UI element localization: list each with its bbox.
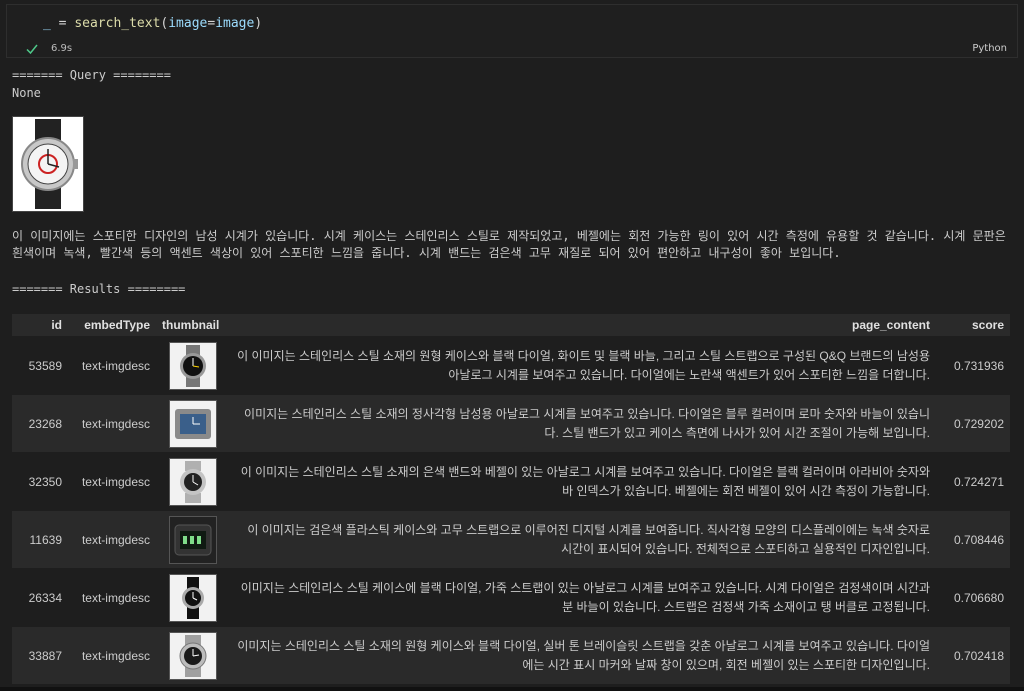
thumbnail-image: [169, 341, 217, 390]
cell-thumbnail: [156, 510, 230, 569]
cell-embedtype: text-imgdesc: [68, 336, 156, 395]
cell-id: 26334: [12, 568, 68, 627]
thumbnail-image: [169, 457, 217, 506]
query-watch-image: [12, 116, 84, 212]
language-label[interactable]: Python: [972, 43, 1007, 54]
query-header: ======= Query ========: [12, 68, 171, 82]
watch-image-icon: [21, 119, 78, 209]
thumbnail-image: [169, 631, 217, 680]
cell-page-content: 이 이미지는 스테인리스 스틸 소재의 원형 케이스와 블랙 다이얼, 화이트 …: [230, 336, 936, 395]
results-table: id embedType thumbnail page_content scor…: [12, 314, 1010, 684]
cell-embedtype: text-imgdesc: [68, 568, 156, 627]
cell-status-bar: 6.9s Python: [19, 43, 1009, 57]
thumbnail-image: [169, 573, 217, 622]
code-function: search_text: [74, 16, 161, 31]
table-row: 53589 text-imgdesc 이 이미지는 스테인리스 스틸 소재의 원…: [12, 336, 1010, 395]
cell-page-content: 이 이미지는 검은색 플라스틱 케이스와 고무 스트랩으로 이루어진 디지털 시…: [230, 510, 936, 569]
cell-embedtype: text-imgdesc: [68, 452, 156, 511]
code-arg-name: image: [168, 16, 208, 31]
table-row: 11639 text-imgdesc 이 이미지는 검은색 플라스틱 케이스와 …: [12, 510, 1010, 569]
round-watch-icon: [180, 344, 206, 387]
cell-score: 0.708446: [936, 510, 1010, 569]
col-header-id[interactable]: id: [12, 314, 68, 337]
cell-score: 0.724271: [936, 452, 1010, 511]
cell-score: 0.706680: [936, 568, 1010, 627]
thumbnail-image: [169, 515, 217, 564]
query-description: 이 이미지에는 스포티한 디자인의 남성 시계가 있습니다. 시계 케이스는 스…: [12, 229, 1006, 260]
cell-output: ======= Query ======== None: [12, 66, 1012, 102]
cell-page-content: 이미지는 스테인리스 스틸 소재의 정사각형 남성용 아날로그 시계를 보여주고…: [230, 394, 936, 453]
cell-id: 32350: [12, 452, 68, 511]
bracelet-watch-icon: [179, 634, 207, 677]
cell-embedtype: text-imgdesc: [68, 626, 156, 684]
code-paren-close: ): [254, 16, 263, 31]
query-value: None: [12, 86, 41, 100]
table-row: 33887 text-imgdesc 이미지는 스테인리스 스틸 소재의 원형 …: [12, 626, 1010, 684]
cell-id: 11639: [12, 510, 68, 569]
col-header-page-content[interactable]: page_content: [230, 314, 936, 337]
col-header-embedtype[interactable]: embedType: [68, 314, 156, 337]
cell-score: 0.729202: [936, 394, 1010, 453]
cell-thumbnail: [156, 394, 230, 453]
execution-time: 6.9s: [51, 43, 73, 54]
cell-id: 53589: [12, 336, 68, 395]
cell-page-content: 이미지는 스테인리스 스틸 케이스에 블랙 다이얼, 가죽 스트랩이 있는 아날…: [230, 568, 936, 627]
bottom-border: [0, 687, 1024, 691]
cell-page-content: 이미지는 스테인리스 스틸 소재의 원형 케이스와 블랙 다이얼, 실버 톤 브…: [230, 626, 936, 684]
col-header-thumbnail[interactable]: thumbnail: [156, 314, 230, 337]
code-equals: =: [50, 16, 75, 31]
cell-page-content: 이 이미지는 스테인리스 스틸 소재의 은색 밴드와 베젤이 있는 아날로그 시…: [230, 452, 936, 511]
results-header: ======= Results ========: [12, 282, 186, 296]
digital-watch-icon: [174, 524, 212, 555]
cell-thumbnail: [156, 452, 230, 511]
cell-score: 0.702418: [936, 626, 1010, 684]
table-row: 23268 text-imgdesc 이미지는 스테인리스 스틸 소재의 정사각…: [12, 394, 1010, 453]
code-underscore: _: [43, 16, 51, 31]
cell-thumbnail: [156, 626, 230, 684]
code-cell[interactable]: _ = search_text(image=image) 6.9s Python: [6, 4, 1018, 58]
check-icon: [26, 44, 38, 55]
cell-thumbnail: [156, 568, 230, 627]
table-header-row: id embedType thumbnail page_content scor…: [12, 314, 1010, 337]
round-watch-icon: [180, 460, 206, 503]
leather-strap-watch-icon: [182, 576, 204, 619]
cell-embedtype: text-imgdesc: [68, 510, 156, 569]
cell-thumbnail: [156, 336, 230, 395]
table-row: 32350 text-imgdesc 이 이미지는 스테인리스 스틸 소재의 은…: [12, 452, 1010, 511]
cell-embedtype: text-imgdesc: [68, 394, 156, 453]
thumbnail-image: [169, 399, 217, 448]
col-header-score[interactable]: score: [936, 314, 1010, 337]
cell-id: 33887: [12, 626, 68, 684]
code-arg-value: image: [215, 16, 255, 31]
code-line[interactable]: _ = search_text(image=image): [43, 16, 262, 31]
cell-score: 0.731936: [936, 336, 1010, 395]
table-row: 26334 text-imgdesc 이미지는 스테인리스 스틸 케이스에 블랙…: [12, 568, 1010, 627]
rectangular-watch-icon: [175, 408, 211, 439]
cell-id: 23268: [12, 394, 68, 453]
